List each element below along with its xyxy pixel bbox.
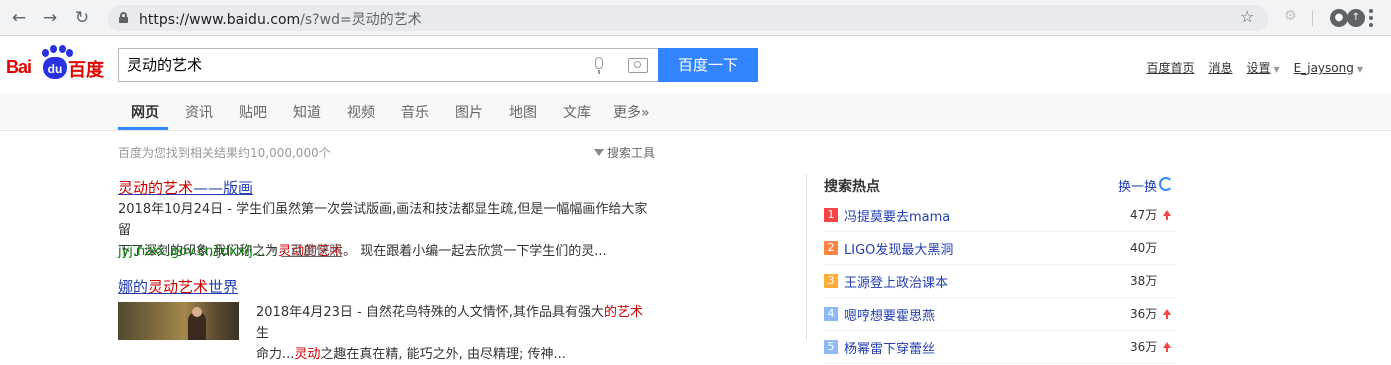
hot-search-link[interactable]: 嗯哼想要霍思燕: [844, 305, 935, 324]
chevron-down-icon[interactable]: ▼: [1357, 65, 1363, 74]
hot-search-item[interactable]: 1 冯提莫要去mama 47万: [824, 199, 1176, 232]
hot-search-item[interactable]: 5 杨幂雷下穿蕾丝 36万: [824, 331, 1176, 364]
rising-arrow-icon: [1163, 342, 1171, 352]
bookmark-star-icon[interactable]: ☆: [1240, 8, 1254, 26]
abstract-line: 。 现在跟着小编一起去欣赏一下学生们的灵...: [343, 244, 607, 259]
abstract-line: 2018年4月23日 - 自然花鸟特殊的人文情怀,其作品具有强大: [256, 305, 604, 320]
reload-icon[interactable]: ↻: [72, 8, 92, 28]
hot-search-title: 搜索热点: [824, 179, 880, 195]
search-button[interactable]: 百度一下: [658, 48, 758, 82]
tab-tieba[interactable]: 贴吧: [239, 102, 267, 122]
search-input[interactable]: [127, 55, 577, 73]
tab-music[interactable]: 音乐: [401, 102, 429, 122]
hot-search-count: 36万: [1130, 340, 1158, 354]
update-icon[interactable]: ↑: [1347, 9, 1365, 27]
abstract-highlight: 的艺术: [604, 305, 644, 320]
chevron-down-icon[interactable]: ▼: [1274, 65, 1280, 74]
result-title-rest: ——版画: [193, 179, 254, 197]
hot-search-item[interactable]: 3 王源登上政治课本 38万: [824, 265, 1176, 298]
hot-search-link[interactable]: 冯提莫要去mama: [844, 206, 950, 225]
hot-search-count: 47万: [1130, 208, 1158, 222]
rising-arrow-icon: [1163, 309, 1171, 319]
logo-bai-text: Bai: [6, 57, 32, 77]
extension-icon[interactable]: ⚙: [1284, 8, 1297, 24]
profile-icon[interactable]: ●: [1330, 9, 1348, 27]
result-title-rest: 世界: [208, 278, 239, 296]
back-arrow-icon[interactable]: ←: [9, 8, 29, 28]
tab-web[interactable]: 网页: [131, 102, 159, 122]
messages-link[interactable]: 消息: [1208, 59, 1232, 76]
search-tools-label: 搜索工具: [607, 146, 656, 160]
abstract-line: 命力...: [256, 347, 295, 362]
abstract-line: 之趣在真在精, 能巧之外, 由尽精理; 传神...: [320, 347, 566, 362]
search-tools-button[interactable]: 搜索工具: [594, 144, 655, 161]
result-url-link[interactable]: jyj.hzxc.gov.cn/jdxx/j...: [118, 244, 265, 259]
hot-search-link[interactable]: 杨幂雷下穿蕾丝: [844, 338, 935, 357]
active-tab-indicator: [118, 127, 168, 130]
tab-more[interactable]: 更多»: [613, 102, 650, 122]
toolbar-divider: [1312, 10, 1313, 26]
abstract-line: 2018年10月24日 - 学生们虽然第一次尝试版画,画法和技法都显生疏,但是一…: [118, 202, 648, 238]
settings-link[interactable]: 设置: [1246, 59, 1270, 76]
tab-zhidao[interactable]: 知道: [293, 102, 321, 122]
hot-search-item[interactable]: 2 LIGO发现最大黑洞 40万: [824, 232, 1176, 265]
baidu-header: Bai du 百度 百度一下 百度首页消息设置▼E_jaysong▼: [0, 37, 1391, 93]
result-title-pre: 娜的: [118, 278, 149, 296]
result-title-highlight: 灵动艺术: [148, 278, 209, 296]
dropdown-arrow-icon[interactable]: [269, 248, 278, 253]
logo-du-text: du: [43, 57, 67, 79]
rank-badge: 3: [824, 274, 838, 288]
rank-badge: 2: [824, 241, 838, 255]
paw-toe-icon: [42, 49, 49, 57]
url-path: /s?wd=灵动的艺术: [300, 12, 422, 28]
tab-video[interactable]: 视频: [347, 102, 375, 122]
url-host: https://www.baidu.com: [139, 12, 301, 28]
top-links: 百度首页 消息 设置 ▼ E_jaysong ▼: [1132, 59, 1363, 76]
tab-news[interactable]: 资讯: [185, 102, 213, 122]
rank-badge: 4: [824, 307, 838, 321]
camera-icon[interactable]: [628, 58, 648, 73]
browser-menu-icon[interactable]: [1369, 9, 1373, 30]
result-thumbnail[interactable]: [118, 302, 239, 340]
result-abstract: 2018年4月23日 - 自然花鸟特殊的人文情怀,其作品具有强大的艺术生 命力.…: [256, 302, 656, 365]
rising-arrow-icon: [1163, 210, 1171, 220]
snapshot-link[interactable]: - 百度快照: [281, 244, 342, 259]
abstract-line: 生: [256, 326, 270, 341]
column-divider: [806, 174, 807, 340]
logo-baidu-text: 百度: [68, 60, 104, 81]
result-count: 百度为您找到相关结果约10,000,000个: [118, 146, 331, 160]
tab-maps[interactable]: 地图: [509, 102, 537, 122]
result-title-link[interactable]: 娜的灵动艺术世界: [118, 276, 238, 297]
result-title-highlight: 灵动的艺术: [118, 179, 194, 197]
abstract-highlight: 灵动: [294, 347, 321, 362]
search-box: [118, 48, 658, 82]
hot-search-count: 38万: [1130, 274, 1158, 288]
url-text[interactable]: https://www.baidu.com/s?wd=灵动的艺术: [139, 9, 422, 29]
refresh-link[interactable]: 换一换: [1118, 176, 1157, 195]
home-link[interactable]: 百度首页: [1146, 59, 1194, 76]
microphone-icon[interactable]: [592, 57, 606, 75]
baidu-logo[interactable]: Bai du 百度: [6, 45, 110, 81]
address-bar[interactable]: https://www.baidu.com/s?wd=灵动的艺术: [108, 5, 1268, 31]
rank-badge: 5: [824, 340, 838, 354]
filter-icon: [594, 149, 604, 156]
browser-toolbar: ← → ↻ https://www.baidu.com/s?wd=灵动的艺术 ☆…: [0, 0, 1391, 36]
hot-search-item[interactable]: 4 嗯哼想要霍思燕 36万: [824, 298, 1176, 331]
paw-toe-icon: [59, 45, 66, 53]
refresh-icon[interactable]: [1159, 177, 1173, 191]
hot-search-count: 40万: [1130, 241, 1158, 255]
paw-toe-icon: [50, 45, 57, 53]
hot-search-link[interactable]: LIGO发现最大黑洞: [844, 239, 953, 258]
rank-badge: 1: [824, 208, 838, 222]
lock-icon: [119, 12, 128, 23]
result-url: jyj.hzxc.gov.cn/jdxx/j... - 百度快照: [118, 240, 342, 259]
search-tab-bar: 网页 资讯 贴吧 知道 视频 音乐 图片 地图 文库 更多»: [0, 93, 1391, 131]
user-link[interactable]: E_jaysong: [1294, 61, 1354, 75]
hot-search-link[interactable]: 王源登上政治课本: [844, 272, 948, 291]
result-title-link[interactable]: 灵动的艺术——版画: [118, 177, 253, 198]
tab-images[interactable]: 图片: [455, 102, 483, 122]
tab-wenku[interactable]: 文库: [563, 102, 591, 122]
forward-arrow-icon[interactable]: →: [40, 8, 60, 28]
hot-search-count: 36万: [1130, 307, 1158, 321]
